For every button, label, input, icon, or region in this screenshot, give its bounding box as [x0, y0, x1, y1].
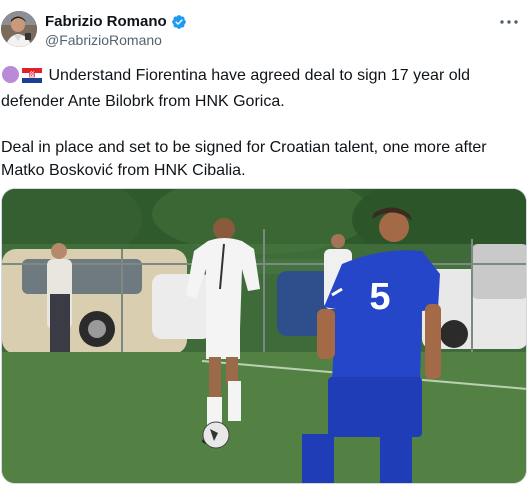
tweet-text-line: defender Ante Bilobrk from HNK Gorica. — [1, 93, 285, 110]
tweet-text-line: Matko Bosković from HNK Cibalia. — [1, 162, 246, 179]
tweet-text-line: Deal in place and set to be signed for C… — [1, 139, 487, 156]
author-display-name[interactable]: Fabrizio Romano — [45, 13, 167, 30]
verified-badge-icon[interactable] — [171, 14, 187, 30]
tweet-text: Understand Fiorentina have agreed deal t… — [1, 64, 521, 182]
croatia-flag-icon — [22, 67, 42, 90]
tweet-card[interactable]: Fabrizio Romano @FabrizioRomano Understa… — [0, 0, 528, 485]
more-horizontal-icon — [500, 20, 518, 24]
tweet-text-line: Understand Fiorentina have agreed deal t… — [48, 67, 471, 84]
more-options-button[interactable] — [496, 12, 522, 32]
avatar[interactable] — [1, 11, 37, 47]
tweet-photo[interactable]: 5 — [1, 188, 527, 484]
avatar-image — [1, 11, 37, 47]
author-handle[interactable]: @FabrizioRomano — [45, 32, 187, 48]
author-block: Fabrizio Romano @FabrizioRomano — [45, 12, 187, 48]
football-match-photo: 5 — [2, 189, 526, 483]
purple-circle-icon — [2, 66, 19, 83]
player-number: 5 — [369, 276, 390, 318]
